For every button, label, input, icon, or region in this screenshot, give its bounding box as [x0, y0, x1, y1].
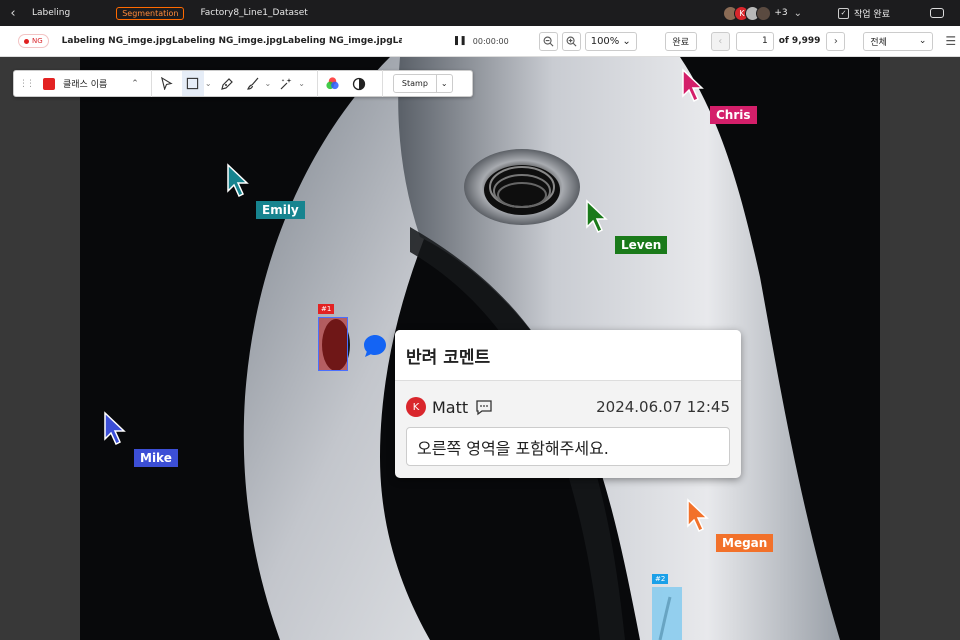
chevron-down-icon: ⌄ — [435, 75, 452, 92]
pause-icon[interactable]: ❚❚ — [453, 36, 467, 46]
collaborator-avatars[interactable]: K +3 ⌄ — [723, 5, 802, 21]
page-input[interactable]: 1 — [735, 31, 774, 51]
rectangle-tool-button[interactable] — [181, 71, 204, 96]
select-tool-button[interactable] — [156, 71, 178, 96]
toolbar-divider — [150, 70, 152, 97]
chevron-down-icon[interactable]: ⌄ — [205, 79, 212, 88]
filter-value: 전체 — [870, 37, 887, 48]
user-label-emily: Emily — [256, 201, 305, 219]
toolbar-divider — [381, 70, 383, 97]
chevron-up-icon[interactable]: ⌃ — [131, 79, 139, 89]
comment-bubble-icon[interactable] — [362, 333, 388, 359]
timer: 00:00:00 — [472, 36, 509, 46]
zoom-value: 100% — [590, 35, 620, 47]
top-bar: ‹ Labeling Segmentation Factory8_Line1_D… — [0, 0, 960, 26]
annotation-tag-2[interactable]: #2 — [652, 574, 669, 584]
magic-wand-icon — [280, 77, 292, 89]
pen-icon — [220, 77, 233, 90]
dataset-name: Factory8_Line1_Dataset — [200, 8, 308, 18]
list-icon[interactable]: ☰ — [945, 34, 956, 48]
ng-label: NG — [32, 37, 43, 45]
cursor-arrow-icon — [104, 411, 126, 446]
checkbox-icon: ✓ — [838, 7, 850, 19]
avatar: K — [406, 397, 426, 417]
done-button[interactable]: 완료 — [664, 31, 697, 51]
annotation-box-2[interactable] — [652, 587, 682, 640]
prev-page-button[interactable]: ‹ — [710, 31, 730, 51]
user-label-chris: Chris — [710, 106, 757, 124]
avatar — [756, 5, 772, 21]
reject-comment-popup: 반려 코멘트 K Matt 2024.06.07 12:45 오른쪽 영역을 포… — [395, 330, 741, 478]
back-arrow-icon[interactable]: ‹ — [0, 0, 26, 26]
next-page-button[interactable]: › — [826, 31, 846, 51]
zoom-in-button[interactable] — [561, 31, 581, 51]
brush-tool-button[interactable] — [242, 71, 264, 96]
mode-badge: Segmentation — [116, 6, 185, 20]
window-icon[interactable] — [930, 8, 944, 18]
page-total: of 9,999 — [778, 36, 821, 46]
cursor-arrow-icon — [227, 163, 249, 198]
ng-badge: NG — [18, 34, 49, 48]
zoom-select[interactable]: 100% ⌄ — [584, 31, 637, 51]
file-info-bar: NG Labeling NG_imge.jpgLabeling NG_imge.… — [0, 26, 960, 57]
chevron-right-icon: › — [833, 35, 838, 47]
chevron-down-icon[interactable]: ⌄ — [298, 79, 305, 88]
comment-date: 2024.06.07 12:45 — [596, 398, 730, 416]
class-color-swatch — [43, 77, 55, 90]
user-label-megan: Megan — [716, 534, 774, 552]
class-name-label[interactable]: 클래스 이름 — [63, 77, 107, 90]
complete-work-button[interactable]: ✓ 작업 완료 — [838, 7, 890, 20]
rgb-color-icon — [326, 77, 340, 90]
contrast-tool-button[interactable] — [348, 71, 370, 96]
user-label-mike: Mike — [134, 449, 178, 467]
annotation-toolbar: ⋮⋮ 클래스 이름 ⌃ ⌄ ⌄ ⌄ Stamp ⌄ — [13, 70, 473, 97]
magic-wand-tool-button[interactable] — [275, 71, 297, 96]
cursor-arrow-icon — [682, 68, 704, 103]
breadcrumb-labeling[interactable]: Labeling — [32, 8, 70, 18]
ng-dot-icon — [24, 38, 29, 44]
chevron-down-icon[interactable]: ⌄ — [794, 8, 802, 19]
brush-icon — [246, 77, 258, 90]
pointer-icon — [161, 77, 173, 90]
filter-select[interactable]: 전체 ⌄ — [863, 31, 934, 51]
comment-icon[interactable] — [475, 399, 493, 416]
file-name: Labeling NG_imge.jpgLabeling NG_imge.jpg… — [61, 36, 402, 46]
rectangle-icon — [187, 77, 199, 90]
zoom-out-icon — [543, 36, 554, 46]
annotation-box-1[interactable] — [318, 317, 348, 371]
complete-work-label: 작업 완료 — [854, 9, 890, 20]
color-tool-button[interactable] — [322, 71, 344, 96]
annotation-tag-1[interactable]: #1 — [318, 304, 335, 314]
comment-meta: K Matt 2024.06.07 12:45 — [406, 397, 730, 417]
toolbar-divider — [316, 70, 318, 97]
cursor-arrow-icon — [586, 199, 608, 234]
contrast-icon — [352, 77, 366, 90]
collaborator-count: +3 — [774, 8, 788, 18]
canvas-margin-right — [880, 57, 960, 640]
zoom-out-button[interactable] — [538, 31, 558, 51]
comment-title: 반려 코멘트 — [395, 330, 741, 381]
pen-tool-button[interactable] — [216, 71, 238, 96]
comment-text: 오른쪽 영역을 포함해주세요. — [406, 427, 730, 466]
chevron-down-icon[interactable]: ⌄ — [265, 79, 272, 88]
comment-author: Matt — [432, 397, 469, 417]
stamp-label: Stamp — [401, 79, 428, 88]
chevron-left-icon: ‹ — [718, 35, 723, 47]
chevron-down-icon: ⌄ — [918, 36, 927, 46]
canvas-margin-left — [0, 57, 80, 640]
cursor-arrow-icon — [687, 498, 709, 533]
chevron-down-icon: ⌄ — [622, 35, 631, 47]
zoom-in-icon — [566, 36, 577, 46]
stamp-select[interactable]: Stamp ⌄ — [392, 74, 453, 93]
drag-handle-icon[interactable]: ⋮⋮ — [19, 79, 35, 89]
user-label-leven: Leven — [615, 236, 668, 254]
